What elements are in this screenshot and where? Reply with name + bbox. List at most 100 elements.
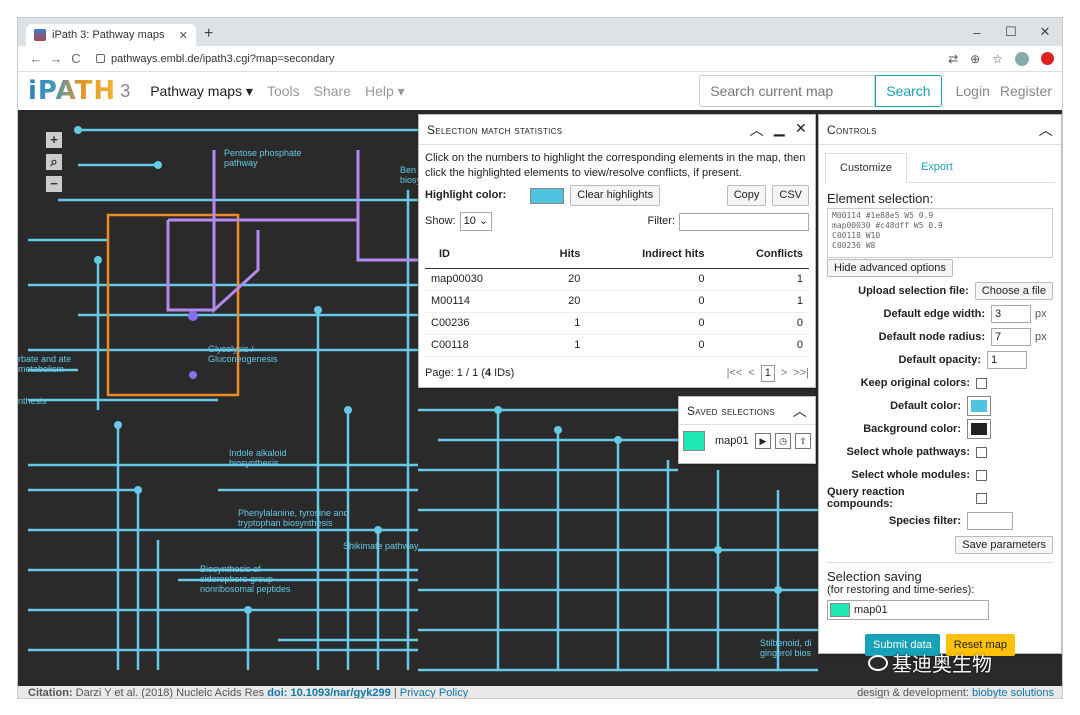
col-hits[interactable]: Hits — [531, 241, 587, 269]
upload-icon[interactable]: ⇧ — [795, 433, 811, 449]
menu-share[interactable]: Share — [314, 83, 351, 100]
label-shikimate[interactable]: Shikimate pathway — [343, 541, 433, 551]
zoom-in-button[interactable]: + — [46, 132, 62, 148]
default-color-picker[interactable] — [967, 396, 991, 416]
cell-indirect[interactable]: 0 — [586, 268, 711, 291]
table-row[interactable]: M00114 20 0 1 — [425, 290, 809, 313]
whole-modules-checkbox[interactable] — [976, 469, 987, 481]
menu-tools[interactable]: Tools — [267, 83, 300, 100]
pager-last[interactable]: >>| — [793, 366, 809, 381]
whole-pathways-checkbox[interactable] — [976, 446, 987, 458]
menu-pathway-maps[interactable]: Pathway maps ▾ — [150, 83, 253, 100]
pathway-map[interactable]: + ⌕ − Pentose phosphate pathway Ben bios… — [18, 110, 1062, 686]
ipath-logo[interactable]: iPATH — [28, 76, 116, 106]
label-stilbenoid[interactable]: Stilbenoid, di gingerol bios — [760, 638, 820, 658]
col-id[interactable]: ID — [425, 241, 532, 269]
zoom-out-button[interactable]: − — [46, 176, 62, 192]
tab-export[interactable]: Export — [907, 153, 967, 182]
col-conflicts[interactable]: Conflicts — [710, 241, 809, 269]
pager-current[interactable]: 1 — [760, 365, 775, 382]
cell-conflicts[interactable]: 0 — [710, 334, 809, 357]
minimize-panel-icon[interactable]: ▁ — [774, 120, 785, 140]
label-ascorbate[interactable]: rbate and ate metabolism — [18, 354, 88, 374]
cell-indirect[interactable]: 0 — [586, 290, 711, 313]
opacity-input[interactable]: 1 — [987, 351, 1027, 369]
cell-conflicts[interactable]: 1 — [710, 290, 809, 313]
keep-colors-checkbox[interactable] — [976, 377, 987, 389]
selection-textarea[interactable]: M00114 #1e88e5 W5 0.9 map00030 #c48dff W… — [827, 208, 1053, 258]
close-tab-icon[interactable]: ✕ — [179, 29, 188, 42]
label-ben[interactable]: Ben biosy — [400, 165, 420, 185]
col-indirect[interactable]: Indirect hits — [586, 241, 711, 269]
choose-file-button[interactable]: Choose a file — [974, 282, 1053, 300]
saved-item[interactable]: map01 ▶ ◷ ⇧ — [679, 425, 815, 457]
register-link[interactable]: Register — [1000, 83, 1052, 99]
show-select[interactable]: 10 ⌄ — [459, 212, 493, 231]
table-row[interactable]: map00030 20 0 1 — [425, 268, 809, 291]
label-phenylalanine[interactable]: Phenylalanine, tyrosine and tryptophan b… — [238, 508, 368, 528]
whole-pathways-label: Select whole pathways: — [846, 446, 970, 458]
cell-indirect[interactable]: 0 — [586, 312, 711, 335]
collapse-icon[interactable]: ︿ — [750, 120, 764, 140]
close-window-icon[interactable]: ✕ — [1028, 18, 1062, 46]
save-parameters-button[interactable]: Save parameters — [955, 536, 1053, 554]
hide-advanced-button[interactable]: Hide advanced options — [827, 259, 953, 277]
search-button[interactable]: Search — [875, 75, 942, 107]
cell-hits[interactable]: 1 — [531, 312, 587, 335]
back-icon[interactable]: ← — [26, 51, 46, 66]
label-indole[interactable]: Indole alkaloid biosynthesis — [229, 448, 309, 468]
pager-prev[interactable]: < — [748, 366, 754, 381]
zoom-icon[interactable]: ⊕ — [970, 52, 980, 66]
new-tab-button[interactable]: + — [204, 25, 213, 43]
table-row[interactable]: C00236 1 0 0 — [425, 312, 809, 335]
bg-color-picker[interactable] — [967, 419, 991, 439]
saving-color-swatch[interactable] — [830, 603, 850, 617]
label-nthesis[interactable]: nthesis — [18, 396, 58, 406]
pager-first[interactable]: |<< — [727, 366, 743, 381]
label-pentose[interactable]: Pentose phosphate pathway — [224, 148, 324, 168]
extension-icon[interactable] — [1041, 52, 1054, 65]
cell-hits[interactable]: 20 — [531, 290, 587, 313]
saving-input[interactable]: map01 — [827, 600, 989, 620]
zoom-search-icon[interactable]: ⌕ — [46, 154, 62, 170]
csv-button[interactable]: CSV — [772, 185, 809, 206]
cell-hits[interactable]: 1 — [531, 334, 587, 357]
translate-icon[interactable]: ⇄ — [948, 52, 958, 66]
url-field[interactable]: pathways.embl.de/ipath3.cgi?map=secondar… — [96, 53, 335, 65]
clear-highlights-button[interactable]: Clear highlights — [570, 185, 661, 206]
species-filter-input[interactable] — [967, 512, 1013, 530]
login-link[interactable]: Login — [956, 83, 990, 99]
table-row[interactable]: C00118 1 0 0 — [425, 334, 809, 357]
profile-avatar[interactable] — [1015, 51, 1029, 66]
search-input[interactable]: Search current map — [699, 75, 876, 107]
collapse-icon[interactable]: ︿ — [793, 401, 807, 421]
history-icon[interactable]: ◷ — [775, 433, 791, 449]
label-glycolysis[interactable]: Glycolysis / Gluconeogenesis — [208, 344, 298, 364]
maximize-icon[interactable]: ☐ — [994, 18, 1028, 46]
node-radius-input[interactable]: 7 — [991, 328, 1031, 346]
browser-tab[interactable]: iPath 3: Pathway maps ✕ — [26, 24, 196, 46]
cell-conflicts[interactable]: 1 — [710, 268, 809, 291]
highlight-color-swatch[interactable] — [530, 187, 565, 204]
load-selection-icon[interactable]: ▶ — [755, 433, 771, 449]
cell-hits[interactable]: 20 — [531, 268, 587, 291]
bookmark-star-icon[interactable]: ☆ — [992, 52, 1003, 66]
doi-link[interactable]: doi: 10.1093/nar/gyk299 — [267, 686, 391, 698]
privacy-link[interactable]: Privacy Policy — [400, 686, 468, 698]
query-reaction-checkbox[interactable] — [976, 492, 987, 504]
filter-input[interactable] — [679, 212, 809, 231]
copy-button[interactable]: Copy — [726, 185, 767, 206]
cell-indirect[interactable]: 0 — [586, 334, 711, 357]
edge-width-input[interactable]: 3 — [991, 305, 1031, 323]
label-siderophore[interactable]: Biosynthesis of siderophore group nonrib… — [200, 564, 310, 594]
reload-icon[interactable]: C — [66, 51, 86, 66]
pager-next[interactable]: > — [781, 366, 787, 381]
collapse-icon[interactable]: ︿ — [1039, 120, 1053, 140]
credit-link[interactable]: biobyte solutions — [972, 686, 1054, 698]
menu-help[interactable]: Help ▾ — [365, 83, 405, 100]
forward-icon[interactable]: → — [46, 51, 66, 66]
tab-customize[interactable]: Customize — [825, 153, 907, 183]
minimize-icon[interactable]: – — [960, 18, 994, 46]
close-panel-icon[interactable]: ✕ — [795, 120, 807, 140]
cell-conflicts[interactable]: 0 — [710, 312, 809, 335]
